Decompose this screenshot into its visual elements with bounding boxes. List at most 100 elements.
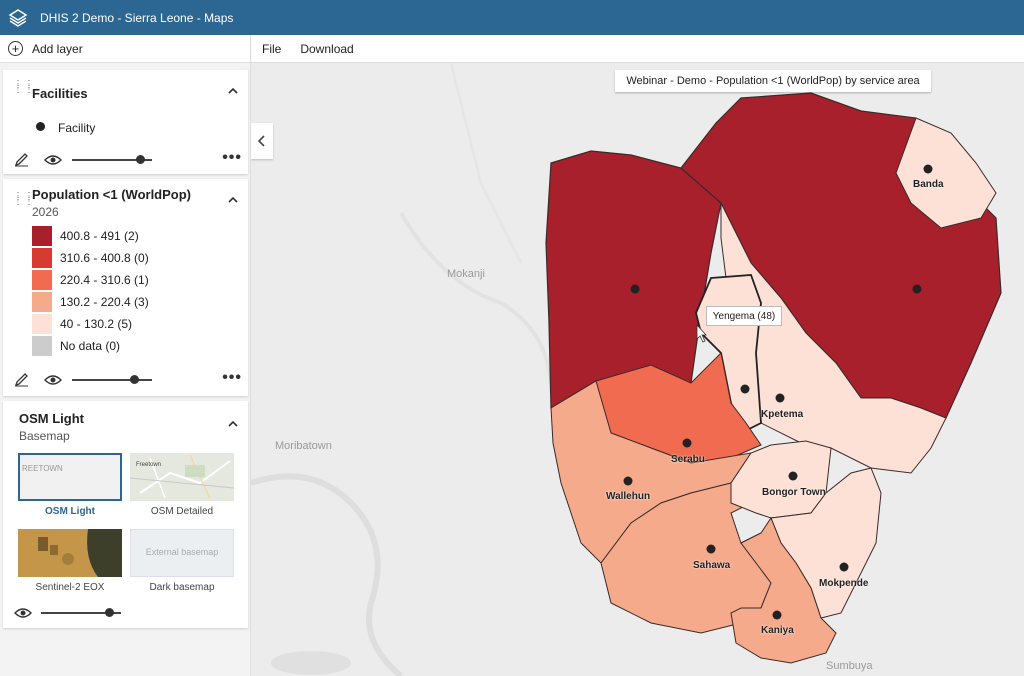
background-river [399, 212, 553, 394]
facility-point[interactable] [775, 393, 785, 403]
facility-label: Kaniya [761, 625, 794, 636]
basemap-option-osm-light[interactable]: REETOWN OSM Light [18, 453, 122, 517]
facility-label: Wallehun [606, 491, 651, 502]
facility-legend-label: Facility [58, 121, 96, 135]
legend-item: 40 - 130.2 (5) [32, 314, 132, 334]
basemap-layer-card: OSM Light Basemap REETOWN OSM Light Free… [3, 401, 248, 628]
facility-label: Banda [913, 179, 944, 190]
map-canvas[interactable]: Mokanji Moribatown Sumbuya Banda Kpetema… [251, 63, 1024, 676]
drag-handle-icon[interactable]: ⋮⋮ ⋮⋮ [13, 80, 34, 96]
legend-swatch [32, 248, 52, 268]
opacity-slider-track[interactable] [72, 379, 152, 381]
legend-label: No data (0) [60, 339, 121, 353]
map-tooltip: Yengema (48) [706, 306, 782, 326]
facility-point[interactable] [630, 284, 640, 294]
background-lake [271, 651, 351, 675]
opacity-slider-thumb[interactable] [130, 375, 140, 384]
facility-label: Bongor Town [762, 487, 826, 498]
opacity-slider-thumb[interactable] [136, 155, 145, 164]
basemap-title: OSM Light [19, 411, 84, 426]
more-options-icon[interactable]: ••• [222, 150, 242, 166]
background-place-label: Moribatown [275, 440, 332, 452]
population-layer-period: 2026 [32, 205, 59, 219]
thumbnail-text: REETOWN [22, 464, 63, 473]
basemap-thumbnail [18, 529, 122, 577]
facility-point[interactable] [682, 438, 692, 448]
app-title: DHIS 2 Demo - Sierra Leone - Maps [40, 10, 234, 25]
facility-label: Sahawa [693, 560, 731, 571]
file-menu[interactable]: File [262, 42, 281, 56]
legend-item: 400.8 - 491 (2) [32, 226, 139, 246]
legend-item: 220.4 - 310.6 (1) [32, 270, 149, 290]
background-river [251, 473, 403, 676]
facility-point[interactable] [623, 476, 633, 486]
add-layer-label: Add layer [32, 41, 83, 56]
add-layer-button[interactable]: + Add layer [0, 35, 251, 62]
legend-swatch [32, 270, 52, 290]
detailed-map-thumbnail [130, 454, 234, 500]
edit-pencil-icon[interactable] [14, 153, 30, 167]
basemap-thumbnail: Freetown [130, 453, 234, 501]
legend-item: No data (0) [32, 336, 120, 356]
basemap-option-label: OSM Detailed [150, 506, 214, 517]
facility-dot-icon [36, 122, 45, 131]
chevron-up-icon[interactable] [228, 195, 238, 205]
facility-point[interactable] [923, 164, 933, 174]
map-title: Webinar - Demo - Population <1 (WorldPop… [615, 70, 931, 92]
basemap-option-label: Dark basemap [149, 582, 215, 593]
basemap-option-sentinel[interactable]: Sentinel-2 EOX [18, 529, 122, 593]
legend-swatch [32, 336, 52, 356]
download-menu[interactable]: Download [300, 42, 353, 56]
add-circle-icon: + [8, 41, 23, 56]
basemap-thumbnail: External basemap [130, 529, 234, 577]
visibility-eye-icon[interactable] [44, 153, 62, 167]
chevron-up-icon[interactable] [228, 419, 238, 429]
legend-swatch [32, 314, 52, 334]
opacity-slider-thumb[interactable] [105, 608, 114, 617]
basemap-option-label: Sentinel-2 EOX [35, 582, 105, 593]
visibility-eye-icon[interactable] [44, 373, 62, 387]
facility-label: Serabu [671, 454, 705, 465]
drag-handle-icon[interactable]: ⋮⋮ ⋮⋮ [13, 192, 34, 208]
background-road [449, 63, 523, 264]
map-drawing [251, 63, 1002, 676]
chevron-left-icon [258, 135, 265, 147]
facilities-layer-card: ⋮⋮ ⋮⋮ Facilities Facility ••• [3, 70, 248, 174]
population-layer-title: Population <1 (WorldPop) [32, 187, 192, 202]
legend-item: 130.2 - 220.4 (3) [32, 292, 149, 312]
facilities-layer-title: Facilities [32, 86, 88, 101]
legend-item: 310.6 - 400.8 (0) [32, 248, 149, 268]
visibility-eye-icon[interactable] [14, 606, 32, 620]
layers-panel: ⋮⋮ ⋮⋮ Facilities Facility ••• ⋮⋮ ⋮⋮ Popula… [0, 63, 251, 676]
more-options-icon[interactable]: ••• [222, 370, 242, 386]
service-area-polygon[interactable] [545, 150, 722, 410]
thumbnail-text: Freetown [136, 462, 162, 468]
app-header: DHIS 2 Demo - Sierra Leone - Maps [0, 0, 1024, 35]
basemap-subtitle: Basemap [19, 429, 70, 443]
facility-point[interactable] [772, 610, 782, 620]
basemap-option-osm-detailed[interactable]: Freetown OSM Detailed [130, 453, 234, 517]
dhis2-logo-icon[interactable] [8, 8, 28, 28]
facility-point[interactable] [788, 471, 798, 481]
basemap-option-dark[interactable]: External basemap Dark basemap [130, 529, 234, 593]
facility-point[interactable] [912, 284, 922, 294]
basemap-controls [14, 604, 242, 622]
legend-swatch [32, 226, 52, 246]
background-place-label: Mokanji [447, 268, 485, 280]
facility-label: Mokpende [819, 578, 869, 589]
background-place-label: Sumbuya [826, 660, 873, 672]
legend-label: 310.6 - 400.8 (0) [60, 251, 149, 265]
edit-pencil-icon[interactable] [14, 373, 30, 387]
facility-point[interactable] [740, 384, 750, 394]
legend-label: 400.8 - 491 (2) [60, 229, 139, 243]
toolbar: + Add layer File Download [0, 35, 1024, 63]
legend-label: 40 - 130.2 (5) [60, 317, 133, 331]
collapse-panel-button[interactable] [251, 123, 273, 159]
facility-label: Kpetema [761, 409, 804, 420]
satellite-thumbnail [18, 529, 122, 577]
chevron-up-icon[interactable] [228, 86, 238, 96]
facility-point[interactable] [706, 544, 716, 554]
facility-point[interactable] [839, 562, 849, 572]
legend-label: 220.4 - 310.6 (1) [60, 273, 149, 287]
population-layer-card: ⋮⋮ ⋮⋮ Population <1 (WorldPop) 2026 400.8… [3, 179, 248, 396]
